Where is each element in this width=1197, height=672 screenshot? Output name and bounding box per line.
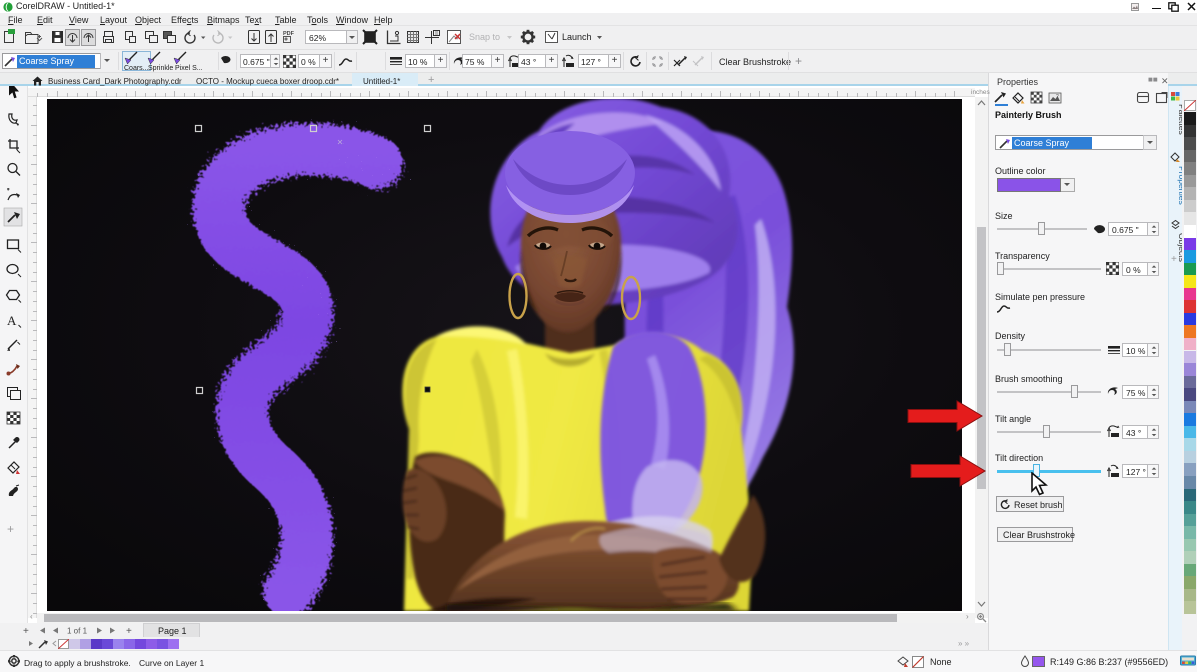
svg-text:1 of 1: 1 of 1 xyxy=(67,627,88,636)
svg-text:A: A xyxy=(7,313,17,328)
svg-text:?: ? xyxy=(1056,94,1059,100)
svg-text:Sprinkle: Sprinkle xyxy=(148,65,173,72)
svg-text:Launch: Launch xyxy=(562,32,592,42)
svg-text:Snap to: Snap to xyxy=(469,32,500,42)
svg-text:+: + xyxy=(1171,254,1177,265)
svg-text:Pixel S...: Pixel S... xyxy=(175,65,203,72)
svg-text:Coars...: Coars... xyxy=(124,65,149,72)
svg-text:+: + xyxy=(126,626,132,637)
svg-text:+: + xyxy=(23,626,29,637)
